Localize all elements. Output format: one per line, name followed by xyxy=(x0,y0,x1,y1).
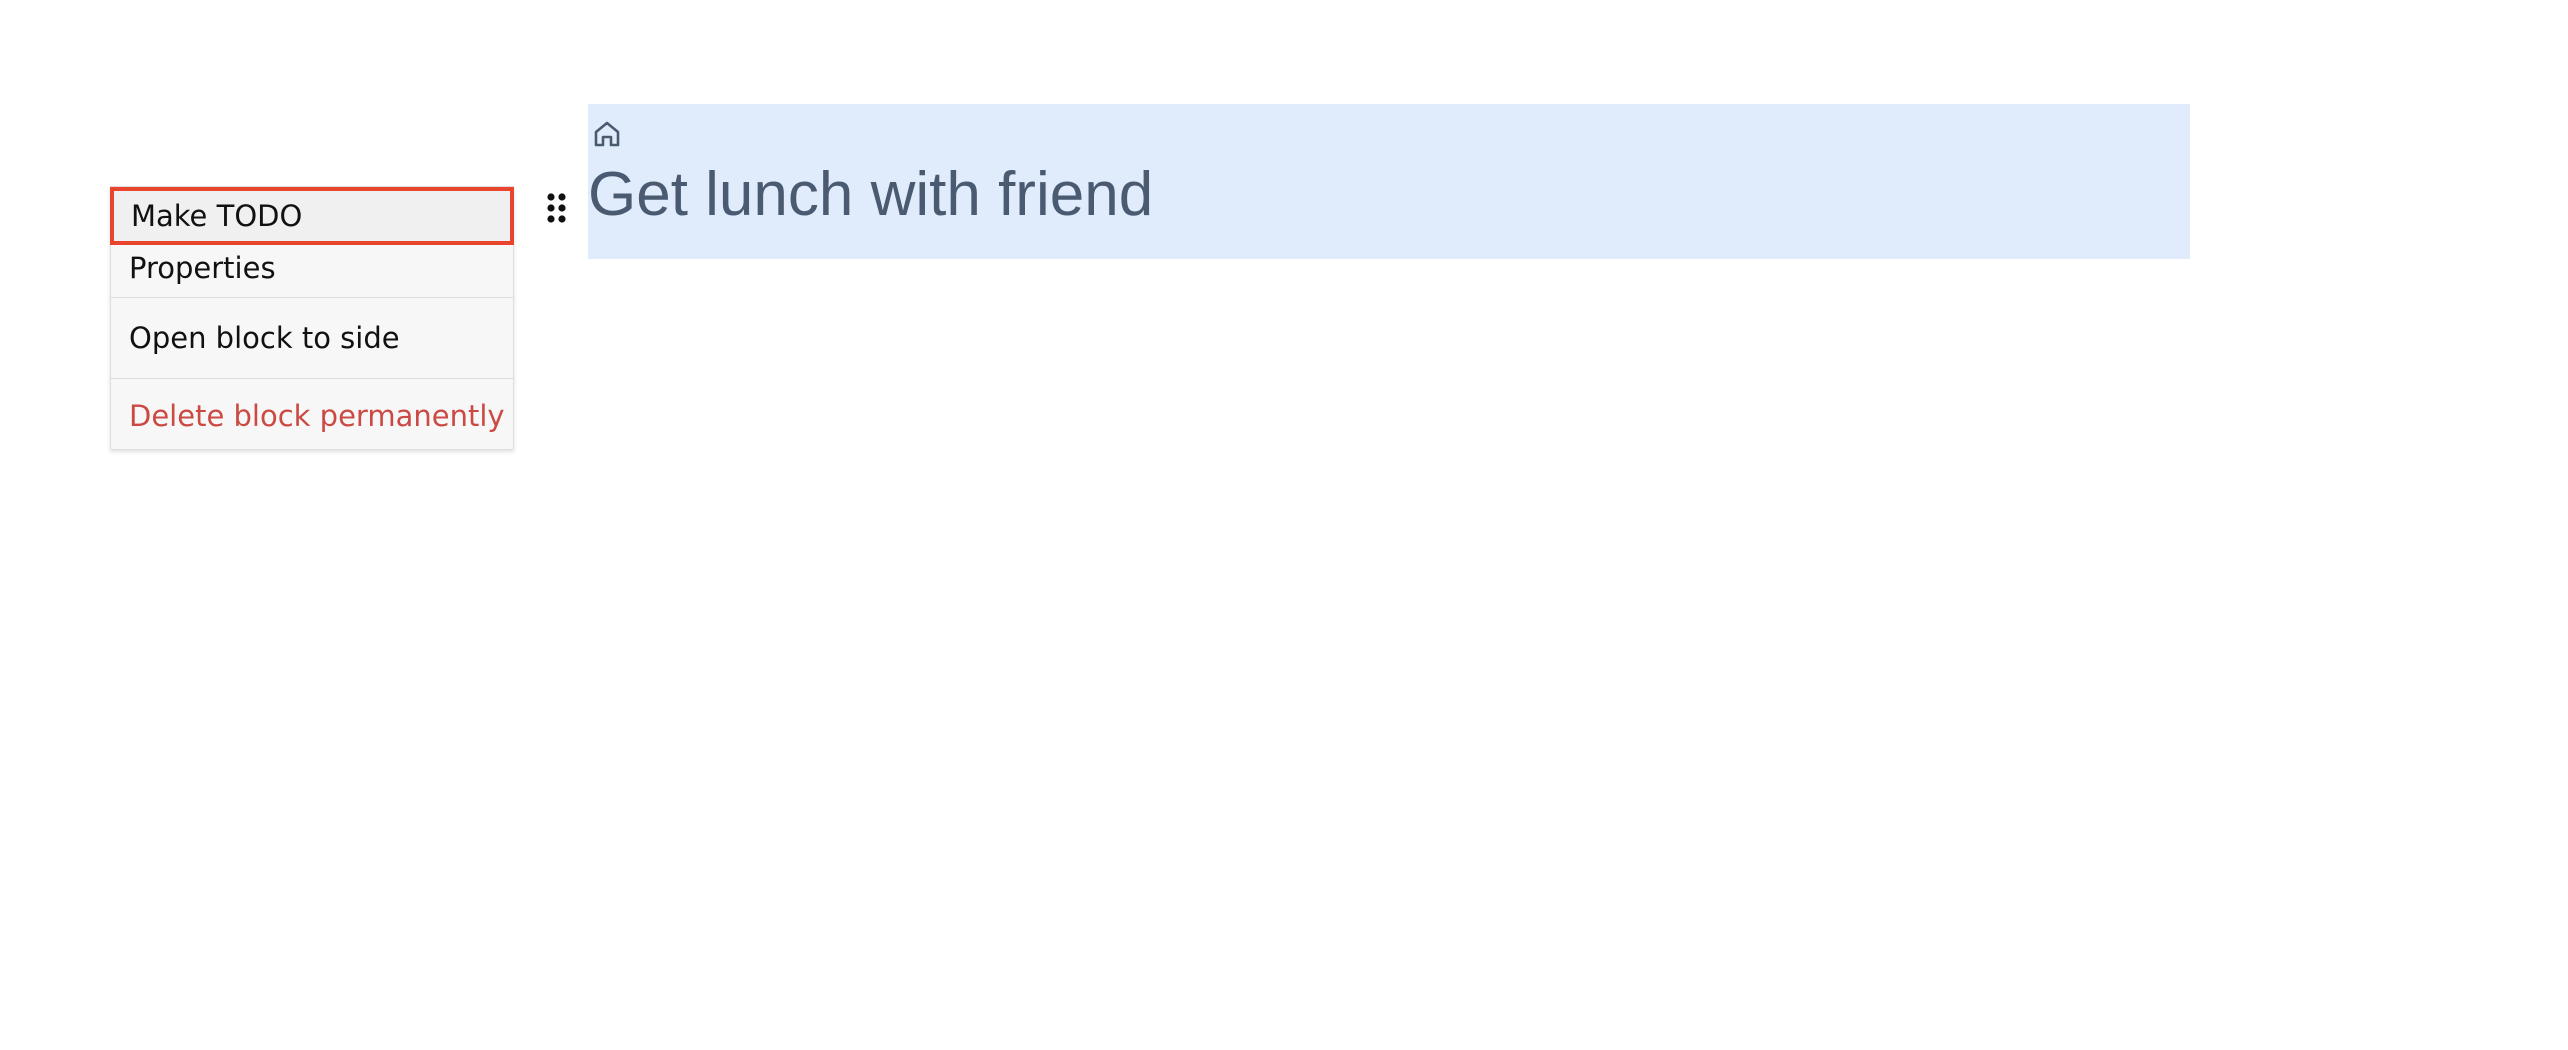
menu-item-open-block-to-side[interactable]: Open block to side xyxy=(111,298,513,378)
drag-handle-icon[interactable] xyxy=(546,193,568,225)
home-icon[interactable] xyxy=(592,119,622,149)
block-title[interactable]: Get lunch with friend xyxy=(588,164,1153,226)
menu-item-delete-block[interactable]: Delete block permanently xyxy=(111,379,513,449)
menu-item-make-todo[interactable]: Make TODO xyxy=(110,187,514,245)
menu-item-properties[interactable]: Properties xyxy=(111,245,513,297)
block: Get lunch with friend xyxy=(588,104,2190,259)
block-context-menu: Make TODO Properties Open block to side … xyxy=(110,186,514,450)
